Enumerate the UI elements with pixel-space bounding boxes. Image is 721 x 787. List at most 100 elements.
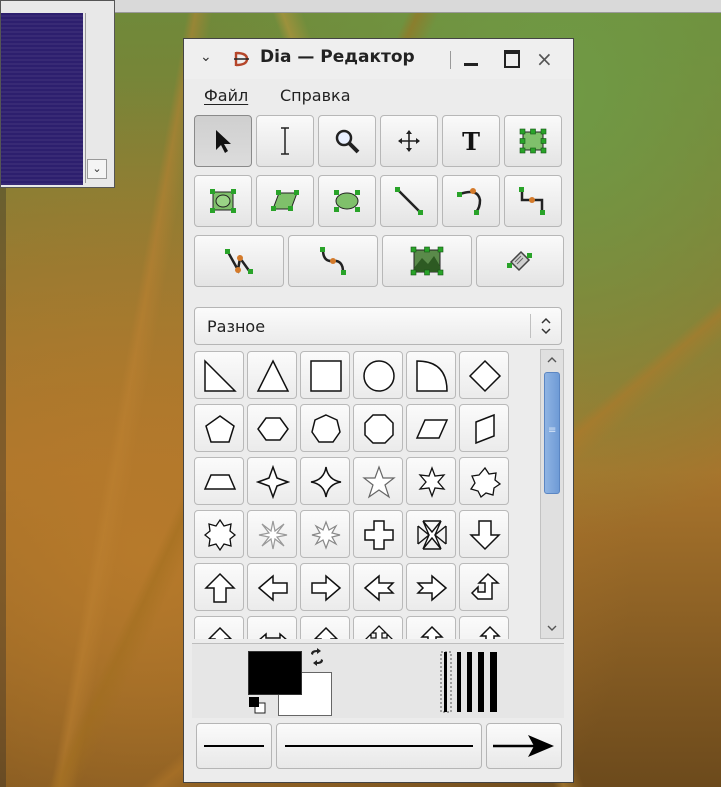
polyline-icon — [225, 249, 253, 274]
arrow-leftright-icon — [259, 632, 287, 639]
arc-tool-button[interactable] — [442, 175, 500, 227]
zigzag-tool-button[interactable] — [504, 175, 562, 227]
shape-button[interactable] — [353, 404, 403, 452]
diamond-icon — [468, 359, 502, 393]
shape-button[interactable] — [459, 351, 509, 399]
quarter-circle-icon — [416, 360, 448, 392]
line-style-button[interactable] — [276, 723, 482, 769]
dia-app-icon — [234, 51, 249, 67]
arrow-pointer-icon — [216, 130, 231, 153]
shape-button[interactable] — [459, 563, 509, 611]
shape-button[interactable] — [300, 404, 350, 452]
attributes-area — [192, 643, 564, 718]
sheet-selector[interactable]: Разное — [194, 307, 562, 345]
shape-button[interactable] — [194, 616, 244, 639]
scroll-down-icon[interactable] — [543, 620, 561, 636]
image-tool-button[interactable] — [382, 235, 472, 287]
arrow-left-notched-icon — [363, 574, 395, 602]
circle-icon — [363, 360, 395, 392]
shape-button[interactable] — [247, 563, 297, 611]
shape-button[interactable] — [194, 351, 244, 399]
shape-button[interactable] — [353, 616, 403, 639]
shape-button[interactable] — [300, 616, 350, 639]
shape-button[interactable] — [300, 563, 350, 611]
shape-button[interactable] — [194, 563, 244, 611]
maximize-icon[interactable] — [504, 50, 520, 68]
background-window-scrollbar[interactable] — [85, 13, 108, 183]
bezier-tool-button[interactable] — [288, 235, 378, 287]
start-arrow-button[interactable] — [196, 723, 272, 769]
star7-icon — [469, 466, 502, 499]
parallelogram-icon — [271, 190, 299, 211]
shape-button[interactable] — [459, 510, 509, 558]
swap-colors-icon[interactable] — [308, 648, 326, 666]
shape-palette-scrollbar[interactable]: ≡ — [540, 349, 564, 639]
text-edit-tool-button[interactable] — [256, 115, 314, 167]
star4-concave-icon — [310, 466, 342, 498]
parallelogram-icon — [415, 419, 449, 439]
shape-button[interactable] — [353, 563, 403, 611]
magnify-tool-button[interactable] — [318, 115, 376, 167]
menu-file[interactable]: Файл — [204, 86, 248, 105]
shape-button[interactable] — [353, 457, 403, 505]
titlebar[interactable]: ⌄ Dia — Редактор × — [184, 39, 573, 80]
shape-button[interactable] — [459, 616, 509, 639]
line-width-selector[interactable] — [437, 650, 507, 714]
text-tool-button[interactable]: T — [442, 115, 500, 167]
background-window[interactable]: ⌄ — [0, 0, 115, 188]
shape-button[interactable] — [406, 351, 456, 399]
slanted-quad-icon — [475, 413, 495, 445]
star5-icon — [362, 465, 396, 499]
arrow-up-down-icon — [420, 625, 444, 639]
shape-button[interactable] — [247, 510, 297, 558]
outline-icon — [507, 250, 532, 272]
shape-button[interactable] — [300, 457, 350, 505]
polyline-tool-button[interactable] — [194, 235, 284, 287]
shape-button[interactable] — [247, 404, 297, 452]
shape-button[interactable] — [247, 616, 297, 639]
ellipse-tool-button[interactable] — [318, 175, 376, 227]
scroll-thumb[interactable]: ≡ — [544, 372, 560, 494]
shape-button[interactable] — [406, 404, 456, 452]
shape-button[interactable] — [194, 457, 244, 505]
shape-button[interactable] — [353, 351, 403, 399]
minimize-icon[interactable] — [464, 63, 478, 66]
star8-icon — [203, 518, 237, 552]
cross-icon — [364, 520, 394, 550]
polygon-tool-button[interactable] — [256, 175, 314, 227]
shape-button[interactable] — [459, 404, 509, 452]
line-tool-button[interactable] — [380, 175, 438, 227]
menu-help[interactable]: Справка — [280, 86, 351, 105]
shape-button[interactable] — [353, 510, 403, 558]
foreground-color-swatch[interactable] — [248, 651, 302, 695]
shape-button[interactable] — [300, 351, 350, 399]
shape-button[interactable] — [247, 457, 297, 505]
scroll-tool-button[interactable] — [380, 115, 438, 167]
arrow-up-icon — [204, 572, 236, 603]
box-tool-button[interactable] — [504, 115, 562, 167]
arrow-up-small-icon — [207, 626, 233, 639]
outline-tool-button[interactable] — [476, 235, 564, 287]
move-icon — [398, 130, 420, 152]
window-menu-icon[interactable]: ⌄ — [200, 49, 212, 65]
default-colors-icon[interactable] — [248, 696, 266, 714]
pointer-tool-button[interactable] — [194, 115, 252, 167]
scroll-up-icon[interactable] — [543, 352, 561, 368]
close-icon[interactable]: × — [536, 47, 553, 71]
end-arrow-button[interactable] — [486, 723, 562, 769]
shape-button[interactable] — [406, 457, 456, 505]
star6-icon — [418, 466, 446, 498]
shape-button[interactable] — [300, 510, 350, 558]
ellipse-box-tool-button[interactable] — [194, 175, 252, 227]
up-down-chevron-icon — [541, 317, 551, 335]
shape-button[interactable] — [247, 351, 297, 399]
shape-button[interactable] — [194, 510, 244, 558]
shape-button[interactable] — [406, 563, 456, 611]
arrow-quad-icon — [365, 625, 393, 639]
arrow-uturn-icon — [470, 572, 500, 600]
shape-button[interactable] — [459, 457, 509, 505]
shape-button[interactable] — [406, 616, 456, 639]
background-scroll-down-button[interactable]: ⌄ — [87, 159, 107, 179]
shape-button[interactable] — [194, 404, 244, 452]
shape-button[interactable] — [406, 510, 456, 558]
